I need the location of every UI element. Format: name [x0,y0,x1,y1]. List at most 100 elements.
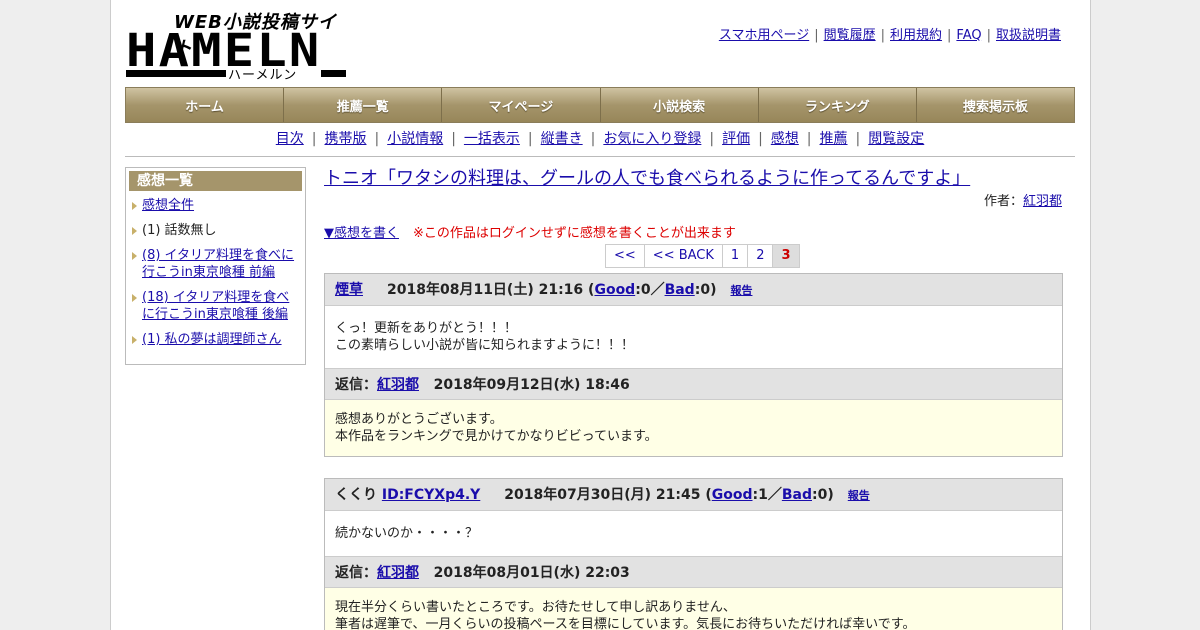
sidebar-item-part1: (8) イタリア料理を食べに行こうin東京喰種 前編 [126,247,305,281]
main-content: トニオ「ワタシの料理は、グールの人でも食べられるように作ってるんですよ」 作者：… [324,167,1064,630]
triangle-bullet-icon [132,336,137,344]
triangle-bullet-icon [132,252,137,260]
sidebar-item-no-episode: (1) 話数無し [126,222,305,239]
separator: | [814,28,819,43]
reply-author[interactable]: 紅羽都 [377,377,419,393]
sidebar-item-label[interactable]: (1) 私の夢は調理師さん [142,332,282,347]
good-count: 1 [758,487,768,503]
subnav-novel-info[interactable]: 小説情報 [387,131,443,147]
review-header: 煙草 2018年08月11日(土) 21:16 (Good:0／Bad:0) 報告 [325,274,1062,306]
sidebar-item-label[interactable]: 感想全件 [142,198,194,213]
reply-date: 2018年08月01日(水) 22:03 [433,565,630,581]
reply-text-line: 本作品をランキングで見かけてかなりビビっています。 [335,429,658,444]
nav-ranking[interactable]: ランキング [758,88,917,122]
subnav-toc[interactable]: 目次 [276,131,304,147]
review-date: 2018年08月11日(土) 21:16 [387,282,584,298]
pagination: << << BACK 1 2 3 [605,244,800,268]
good-link[interactable]: Good [594,282,635,298]
separator: | [709,131,715,147]
subnav-rating[interactable]: 評価 [722,131,750,147]
good-count: 0 [640,282,651,298]
reviewer-name[interactable]: ID:FCYXp4.Y [382,487,480,503]
separator: | [527,131,533,147]
triangle-bullet-icon [132,294,137,302]
separator: | [758,131,763,147]
author-link[interactable]: 紅羽都 [1023,194,1062,209]
reply-label: 返信： [335,377,377,393]
page: WEB小説投稿サイト HAMELN ハーメルン スマホ用ページ | 閲覧履歴 | 利用規… [110,0,1091,630]
reply-text-line: 感想ありがとうございます。 [335,412,503,427]
review-body: 続かないのか・・・・？ [325,511,1062,556]
subnav-favorite[interactable]: お気に入り登録 [603,131,701,147]
sidebar-item-all: 感想全件 [126,197,305,214]
sidebar-item-part2: (18) イタリア料理を食べに行こうin東京喰種 後編 [126,289,305,323]
faq-link[interactable]: FAQ [956,28,981,43]
separator: | [806,131,812,147]
separator: | [590,131,596,147]
work-title: トニオ「ワタシの料理は、グールの人でも食べられるように作ってるんですよ」 [324,167,1064,191]
manual-link[interactable]: 取扱説明書 [996,28,1061,43]
nav-mypage[interactable]: マイページ [442,88,601,122]
logo-underline-left [126,70,226,77]
good-link[interactable]: Good [712,487,753,503]
sidebar-item-label[interactable]: (8) イタリア料理を食べに行こうin東京喰種 前編 [142,248,294,280]
subnav-show-all[interactable]: 一括表示 [464,131,520,147]
separator: | [374,131,380,147]
terms-link[interactable]: 利用規約 [890,28,942,43]
report-link[interactable]: 報告 [730,284,752,297]
separator: | [311,131,317,147]
review-header: くくり ID:FCYXp4.Y 2018年07月30日(月) 21:45 (Goo… [325,479,1062,511]
reviewer-name[interactable]: 煙草 [335,282,363,298]
reply-date: 2018年09月12日(水) 18:46 [433,377,630,393]
smartphone-page-link[interactable]: スマホ用ページ [719,28,809,43]
reply-text-line: 現在半分くらい書いたところです。お待たせして申し訳ありません、 [335,600,736,615]
report-link[interactable]: 報告 [848,489,870,502]
review-text-line: 続かないのか・・・・？ [335,526,479,541]
page-first[interactable]: << [605,244,645,268]
reply-header: 返信：紅羽都 2018年09月12日(水) 18:46 [325,368,1062,400]
reply-author[interactable]: 紅羽都 [377,565,419,581]
nav-recommend-list[interactable]: 推薦一覧 [284,88,443,122]
hameln-logo[interactable]: WEB小説投稿サイト HAMELN ハーメルン [126,8,351,83]
page-1[interactable]: 1 [722,244,749,268]
review-post: 煙草 2018年08月11日(土) 21:16 (Good:0／Bad:0) 報告 … [324,273,1063,457]
top-links: スマホ用ページ | 閲覧履歴 | 利用規約 | FAQ | 取扱説明書 [719,24,1061,43]
bad-link[interactable]: Bad [782,487,812,503]
reviewer-prefix: くくり [335,487,382,503]
nav-home[interactable]: ホーム [126,88,285,122]
page-back[interactable]: << BACK [644,244,723,268]
divider [125,156,1075,157]
review-sidebar: 感想一覧 感想全件 (1) 話数無し (8) イタリア料理を食べに行こうin東京… [125,167,306,365]
reply-text-line: 筆者は遅筆で、一月くらいの投稿ペースを目標にしています。気長にお待ちいただければ… [335,617,916,630]
history-link[interactable]: 閲覧履歴 [824,28,876,43]
bad-count: 0 [817,487,828,503]
subnav-mobile[interactable]: 携帯版 [324,131,366,147]
separator: | [880,28,885,43]
work-title-link[interactable]: トニオ「ワタシの料理は、グールの人でも食べられるように作ってるんですよ」 [324,168,970,189]
subnav-view-settings[interactable]: 閲覧設定 [868,131,924,147]
sidebar-title: 感想一覧 [129,171,302,191]
reply-label: 返信： [335,565,377,581]
subnav-recommend[interactable]: 推薦 [820,131,848,147]
write-review-link[interactable]: ▼感想を書く [324,226,399,241]
review-date: 2018年07月30日(月) 21:45 [504,487,701,503]
subnav-vertical[interactable]: 縦書き [541,131,583,147]
triangle-bullet-icon [132,227,137,235]
logo-kana: ハーメルン [228,68,298,83]
reply-body: 現在半分くらい書いたところです。お待たせして申し訳ありません、 筆者は遅筆で、一… [325,588,1062,630]
global-nav: ホーム 推薦一覧 マイページ 小説検索 ランキング 捜索掲示板 [125,87,1075,123]
sidebar-item-dream: (1) 私の夢は調理師さん [126,331,305,348]
separator: | [855,131,861,147]
sidebar-item-label[interactable]: (18) イタリア料理を食べに行こうin東京喰種 後編 [142,290,289,322]
page-current: 3 [773,244,800,268]
sidebar-item-label: (1) 話数無し [142,223,217,238]
page-2[interactable]: 2 [748,244,774,268]
review-body: くっ！更新をありがとう！！！ この素晴らしい小説が皆に知られますように！！！ [325,306,1062,368]
nav-novel-search[interactable]: 小説検索 [600,88,759,122]
nav-search-board[interactable]: 捜索掲示板 [916,88,1075,122]
bad-link[interactable]: Bad [665,282,695,298]
write-review-row: ▼感想を書く ※この作品はログインせずに感想を書くことが出来ます [324,222,736,241]
reply-body: 感想ありがとうございます。 本作品をランキングで見かけてかなりビビっています。 [325,400,1062,456]
bad-count: 0 [700,282,711,298]
subnav-reviews[interactable]: 感想 [771,131,799,147]
